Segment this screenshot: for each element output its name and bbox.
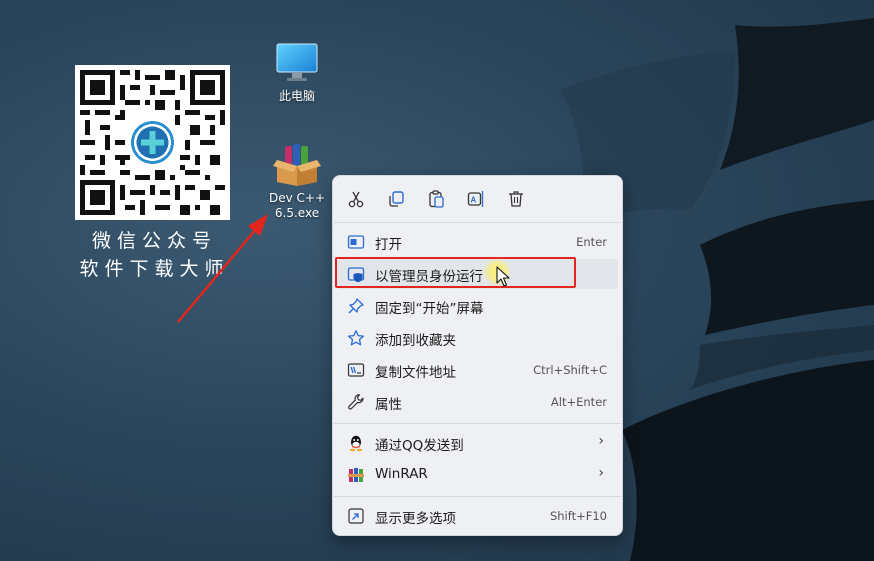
desktop-icon-dev-cpp[interactable]: Dev C++ 6.5.exe [265, 142, 329, 221]
menu-item-shortcut: Ctrl+Shift+C [533, 363, 607, 377]
menu-separator [334, 496, 621, 497]
desktop-icon-label-line2: 6.5.exe [274, 206, 320, 220]
svg-text:A: A [471, 196, 477, 205]
monitor-icon [276, 43, 318, 81]
winrar-icon [348, 468, 364, 482]
menu-item-send-via-qq[interactable]: 通过QQ发送到 › [337, 428, 618, 458]
highlight-box [335, 257, 576, 288]
menu-item-label: WinRAR [375, 466, 428, 482]
more-options-icon [348, 508, 364, 524]
delete-icon[interactable] [506, 189, 526, 209]
winrar-archive-icon [273, 144, 321, 186]
menu-item-winrar[interactable]: WinRAR › [337, 460, 618, 490]
context-menu: A 打开 Enter 以管理员身份运行 固定到“开始”屏幕 添加到收藏夹 复制文… [332, 175, 623, 536]
mouse-cursor-icon [496, 266, 510, 287]
chevron-right-icon: › [598, 433, 604, 449]
quick-actions-bar: A [333, 176, 622, 222]
menu-item-open[interactable]: 打开 Enter [337, 227, 618, 257]
qr-code [75, 65, 230, 220]
pin-icon [348, 298, 364, 314]
chevron-right-icon: › [598, 465, 604, 481]
menu-item-label: 属性 [375, 397, 402, 413]
menu-item-label: 复制文件地址 [375, 365, 456, 381]
menu-item-label: 添加到收藏夹 [375, 333, 456, 349]
copy-icon[interactable] [386, 189, 406, 209]
wrench-icon [348, 394, 364, 410]
menu-item-shortcut: Shift+F10 [549, 509, 607, 523]
open-icon [347, 235, 365, 249]
star-icon [347, 330, 365, 346]
menu-item-pin-to-start[interactable]: 固定到“开始”屏幕 [337, 291, 618, 321]
menu-item-shortcut: Alt+Enter [550, 395, 607, 409]
desktop-icon-this-pc[interactable]: 此电脑 [265, 42, 329, 104]
menu-item-label: 固定到“开始”屏幕 [375, 301, 484, 317]
menu-item-label: 通过QQ发送到 [375, 438, 464, 454]
cut-icon[interactable] [346, 189, 366, 209]
desktop-icon-label: 此电脑 [278, 89, 315, 103]
menu-item-label: 打开 [375, 237, 402, 253]
desktop-icon-label-line1: Dev C++ [268, 191, 326, 205]
menu-item-show-more-options[interactable]: 显示更多选项 Shift+F10 [337, 501, 618, 531]
menu-item-copy-file-path[interactable]: 复制文件地址 Ctrl+Shift+C [337, 355, 618, 385]
paste-icon[interactable] [426, 189, 446, 209]
menu-item-label: 显示更多选项 [375, 511, 456, 527]
menu-item-add-to-favorites[interactable]: 添加到收藏夹 [337, 323, 618, 353]
menu-separator [334, 222, 621, 223]
menu-item-shortcut: Enter [576, 235, 607, 249]
annotation-arrow [177, 214, 268, 323]
qq-icon [350, 435, 362, 452]
rename-icon[interactable]: A [466, 189, 486, 209]
menu-separator [334, 423, 621, 424]
menu-item-properties[interactable]: 属性 Alt+Enter [337, 387, 618, 417]
copy-path-icon [347, 363, 365, 377]
